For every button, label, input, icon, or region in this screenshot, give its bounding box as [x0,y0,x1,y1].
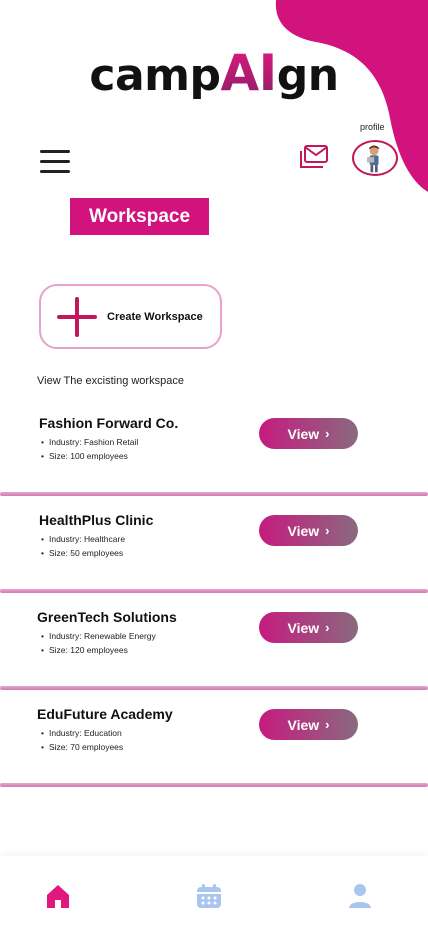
workspace-name: GreenTech Solutions [37,609,177,625]
app-logo: campAIgn [89,44,339,102]
page-title: Workspace [70,198,209,235]
workspace-industry: Industry: Fashion Retail [41,435,138,449]
section-label: View The excisting workspace [37,375,184,387]
chevron-right-icon: › [325,523,330,538]
calendar-icon[interactable] [195,882,223,910]
view-workspace-button[interactable]: View › [259,709,358,740]
workspace-size: Size: 120 employees [41,643,156,657]
workspace-name: EduFuture Academy [37,706,173,722]
workspace-item: GreenTech Solutions Industry: Renewable … [0,593,428,690]
workspace-industry: Industry: Education [41,726,123,740]
workspace-size: Size: 50 employees [41,546,125,560]
workspace-item: HealthPlus Clinic Industry: Healthcare S… [0,496,428,593]
chevron-right-icon: › [325,426,330,441]
bottom-navigation [0,856,428,926]
workspace-industry: Industry: Healthcare [41,532,125,546]
chevron-right-icon: › [325,717,330,732]
workspace-industry: Industry: Renewable Energy [41,629,156,643]
view-workspace-button[interactable]: View › [259,418,358,449]
plus-icon [55,295,99,339]
divider [0,783,428,787]
view-workspace-button[interactable]: View › [259,612,358,643]
workspace-size: Size: 100 employees [41,449,138,463]
mail-icon[interactable] [299,143,329,171]
hamburger-menu-icon[interactable] [40,150,70,174]
user-icon[interactable] [346,882,374,910]
view-workspace-button[interactable]: View › [259,515,358,546]
profile-label: profile [360,122,385,132]
workspace-item: EduFuture Academy Industry: Education Si… [0,690,428,787]
view-button-label: View [287,716,320,733]
home-icon[interactable] [44,882,72,910]
workspace-size: Size: 70 employees [41,740,123,754]
view-button-label: View [287,425,320,442]
workspace-item: Fashion Forward Co. Industry: Fashion Re… [0,399,428,496]
view-button-label: View [287,522,320,539]
profile-avatar[interactable] [352,140,398,176]
workspace-name: Fashion Forward Co. [39,415,179,431]
create-workspace-label: Create Workspace [107,310,203,323]
chevron-right-icon: › [325,620,330,635]
view-button-label: View [287,619,320,636]
workspace-name: HealthPlus Clinic [39,512,154,528]
create-workspace-button[interactable]: Create Workspace [39,284,222,349]
